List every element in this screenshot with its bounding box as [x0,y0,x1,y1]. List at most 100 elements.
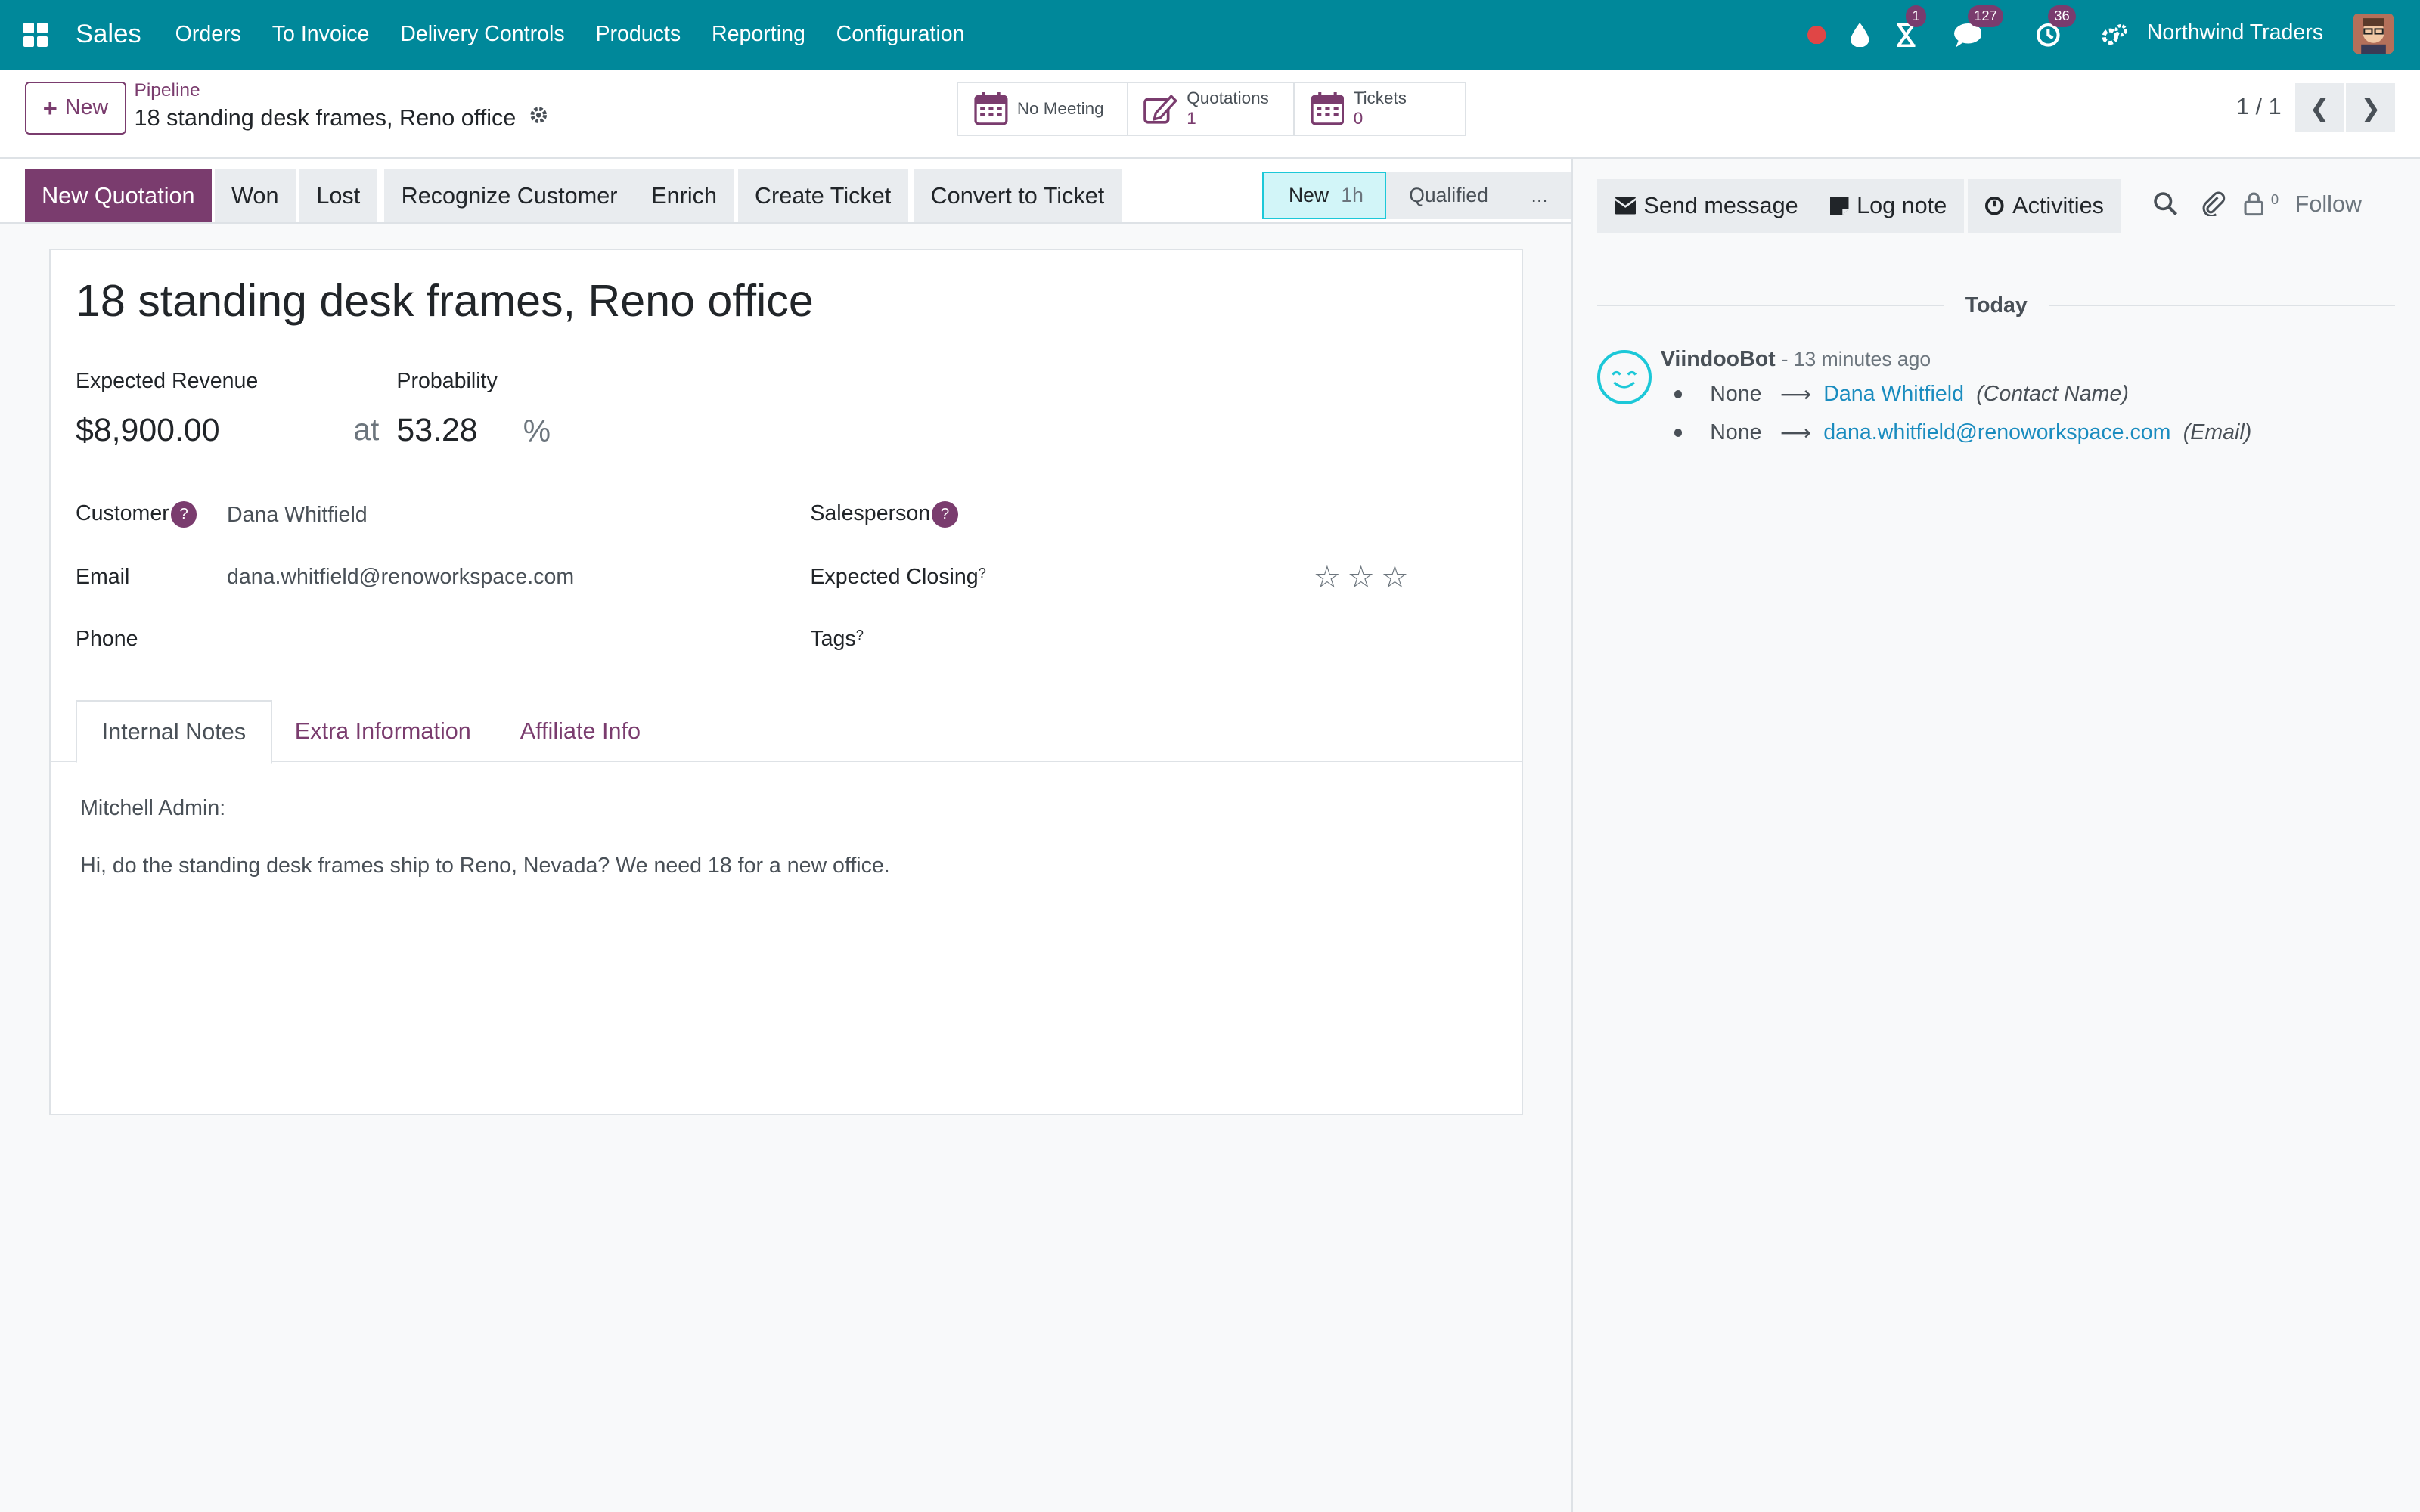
percent-sign: % [523,413,551,448]
bullet [1674,390,1683,398]
email-label: Email [75,564,130,589]
smart-button-tickets[interactable]: Tickets 0 [1295,83,1465,135]
record-dot-icon[interactable] [1801,0,1832,70]
pager-previous-button[interactable]: ❮ [2294,83,2344,133]
company-switcher[interactable]: Northwind Traders [2147,20,2323,45]
lost-button[interactable]: Lost [299,169,377,222]
pager-next-button[interactable]: ❯ [2346,83,2396,133]
new-value: dana.whitfield@renoworkspace.com [1823,420,2171,445]
customer-label: Customer? [76,501,197,528]
expected-revenue-label: Expected Revenue [75,368,259,393]
activity-badge: 1 [1906,5,1926,27]
menu-reporting[interactable]: Reporting [697,22,821,47]
gear-icon[interactable] [529,105,549,132]
expected-revenue-field[interactable]: $8,900.00 [76,412,220,449]
lead-name-field[interactable]: 18 standing desk frames, Reno office [76,274,814,327]
stage-more[interactable]: ... [1506,171,1571,219]
edit-icon [1143,94,1178,125]
tags-field[interactable] [1008,627,1471,655]
email-field[interactable]: dana.whitfield@renoworkspace.com [227,565,574,590]
tab-extra-information[interactable]: Extra Information [270,700,495,762]
form-statusbar: New Quotation Won Lost Recognize Custome… [0,159,1571,224]
old-value: None [1710,420,1762,445]
clock-icon[interactable]: 36 [2033,0,2076,70]
stage-qualified[interactable]: Qualified [1378,171,1518,219]
new-quotation-button[interactable]: New Quotation [24,169,212,222]
menu-orders[interactable]: Orders [160,22,256,47]
chat-icon[interactable]: 127 [1953,0,2003,70]
follow-button[interactable]: Follow [2295,191,2362,218]
followers-button[interactable]: 0 [2244,191,2279,222]
timer-badge: 36 [2048,5,2076,27]
chevron-left-icon: ❮ [2309,93,2330,122]
activities-button[interactable]: Activities [1968,178,2121,234]
customer-label-text: Customer [75,501,169,526]
menu-configuration[interactable]: Configuration [821,22,980,47]
chevron-right-icon: ❯ [2360,93,2381,122]
day-separator: Today [1597,292,2396,320]
notebook-tabs: Internal Notes Extra Information Affilia… [51,700,1522,764]
probability-field[interactable]: 53.28 [396,412,477,449]
tab-affiliate-info[interactable]: Affiliate Info [495,700,666,762]
smart-button-meetings[interactable]: No Meeting [958,83,1128,135]
won-button[interactable]: Won [214,169,296,222]
priority-stars: ☆ ☆ ☆ [1314,559,1409,595]
smart-tickets-label: Tickets [1353,88,1407,108]
calendar-icon [1310,92,1345,125]
stage-new[interactable]: New 1h [1262,171,1386,219]
tags-label: Tags? [810,627,864,652]
log-note-button[interactable]: Log note [1813,178,1964,234]
note-author[interactable]: Mitchell Admin: [80,796,225,821]
create-ticket-button[interactable]: Create Ticket [737,169,908,222]
envelope-icon [1614,197,1637,215]
send-message-label: Send message [1643,192,1798,218]
smart-buttons: No Meeting Quotations 1 Tickets 0 [957,82,1466,136]
smart-button-quotations[interactable]: Quotations 1 [1128,83,1295,135]
expected-closing-field[interactable] [1008,565,1286,593]
old-value: None [1710,382,1762,407]
smart-tickets-count: 0 [1353,108,1364,128]
user-avatar[interactable] [2353,14,2394,54]
new-value: Dana Whitfield [1823,382,1964,407]
help-icon[interactable]: ? [932,501,958,528]
field-name: (Contact Name) [1976,382,2129,407]
menu-delivery-controls[interactable]: Delivery Controls [385,22,580,47]
convert-to-ticket-button[interactable]: Convert to Ticket [914,169,1122,222]
menu-to-invoice[interactable]: To Invoice [256,22,384,47]
menu-products[interactable]: Products [580,22,697,47]
new-record-button[interactable]: + New [24,82,127,135]
stage-duration: 1h [1341,183,1364,206]
hourglass-icon[interactable]: 1 [1891,0,1926,70]
separator-line [2049,305,2396,307]
star-icon[interactable]: ☆ [1381,559,1409,595]
form-sheet: 18 standing desk frames, Reno office Exp… [49,248,1524,1116]
search-icon[interactable] [2153,191,2178,222]
enrich-button[interactable]: Enrich [634,169,734,222]
expected-closing-label: Expected Closing? [810,565,986,590]
note-body[interactable]: Hi, do the standing desk frames ship to … [80,854,890,878]
customer-field[interactable]: Dana Whitfield [227,503,368,528]
paperclip-icon[interactable] [2201,191,2226,222]
help-mark[interactable]: ? [856,627,864,643]
star-icon[interactable]: ☆ [1347,559,1375,595]
breadcrumb-pipeline[interactable]: Pipeline [135,80,200,101]
log-note-label: Log note [1857,192,1947,218]
apps-grid-icon[interactable] [23,22,48,48]
drop-icon[interactable] [1844,0,1876,70]
phone-field[interactable] [227,627,690,655]
help-icon[interactable]: ? [170,501,197,528]
tracking-value: None ⟶ dana.whitfield@renoworkspace.com … [1674,420,2251,446]
bot-avatar[interactable] [1597,350,1652,404]
message-author[interactable]: ViindooBot [1661,347,1776,371]
tab-internal-notes[interactable]: Internal Notes [75,700,272,764]
help-mark[interactable]: ? [979,565,986,581]
pager-value[interactable]: 1 / 1 [2236,94,2282,120]
stage-qualified-label: Qualified [1409,183,1488,206]
app-name[interactable]: Sales [76,20,141,49]
send-message-button[interactable]: Send message [1597,178,1816,234]
star-icon[interactable]: ☆ [1314,559,1342,595]
recognize-customer-button[interactable]: Recognize Customer [384,169,634,222]
salesperson-field[interactable] [1008,503,1471,531]
clock-icon [1985,197,2005,215]
settings-icon[interactable] [2099,0,2130,70]
